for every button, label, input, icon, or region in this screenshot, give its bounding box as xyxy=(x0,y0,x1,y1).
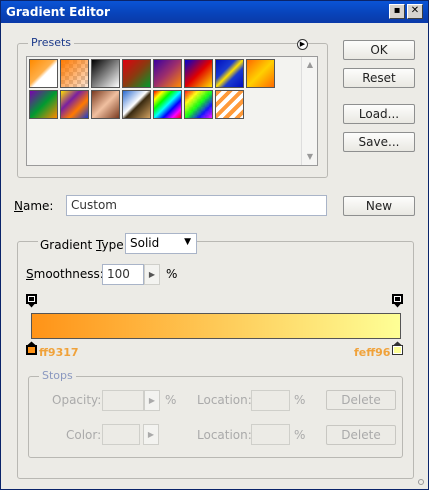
name-input[interactable]: Custom xyxy=(66,195,327,216)
color-location-input xyxy=(251,424,290,445)
start-color-hex: ff9317 xyxy=(39,346,79,359)
new-button[interactable]: New xyxy=(343,196,415,216)
preset-swatch[interactable] xyxy=(29,90,58,119)
opacity-unit: % xyxy=(165,393,177,407)
load-button[interactable]: Load... xyxy=(343,104,415,124)
color-location-label: Location: xyxy=(197,428,252,442)
smoothness-label: Smoothness: xyxy=(26,267,104,281)
preset-swatch[interactable] xyxy=(184,90,213,119)
gradient-type-dropdown[interactable]: Solid ▼ xyxy=(125,233,197,254)
preset-swatch[interactable] xyxy=(215,59,244,88)
presets-scrollbar[interactable]: ▲ ▼ xyxy=(301,57,317,165)
title-bar: Gradient Editor ▪ ✕ xyxy=(1,1,428,23)
gradient-preview-bar[interactable] xyxy=(31,313,401,339)
minimize-button[interactable]: ▪ xyxy=(389,4,405,19)
opacity-input xyxy=(102,390,144,411)
end-color-hex: feff96 xyxy=(354,346,391,359)
stops-label: Stops xyxy=(39,369,76,382)
color-delete-button: Delete xyxy=(326,425,396,445)
gradient-type-value: Solid xyxy=(130,236,160,250)
opacity-location-label: Location: xyxy=(197,393,252,407)
opacity-location-input xyxy=(251,390,290,411)
opacity-label: Opacity: xyxy=(52,393,102,407)
opacity-delete-button: Delete xyxy=(326,390,396,410)
preset-swatch[interactable] xyxy=(60,59,89,88)
smoothness-unit: % xyxy=(166,267,178,281)
preset-swatch[interactable] xyxy=(122,90,151,119)
name-label: Name: xyxy=(14,199,54,213)
preset-swatch-list: ▲ ▼ xyxy=(26,56,318,166)
close-button[interactable]: ✕ xyxy=(407,4,423,19)
smoothness-input[interactable]: 100 xyxy=(102,264,144,285)
presets-menu-icon[interactable]: ▶ xyxy=(297,39,308,50)
stops-group: Stops xyxy=(28,369,403,458)
preset-swatch[interactable] xyxy=(246,59,275,88)
preset-swatch[interactable] xyxy=(215,90,244,119)
preset-swatch[interactable] xyxy=(153,59,182,88)
gradient-editor-window: Gradient Editor ▪ ✕ OK Reset Load... Sav… xyxy=(0,0,429,490)
chevron-down-icon: ▼ xyxy=(184,237,191,247)
color-arrow-icon: ▶ xyxy=(143,424,159,445)
preset-swatch[interactable] xyxy=(184,59,213,88)
reset-button[interactable]: Reset xyxy=(343,68,415,88)
color-stop-right-icon[interactable] xyxy=(392,341,403,355)
presets-label: Presets xyxy=(28,36,75,49)
opacity-stop-right-icon[interactable] xyxy=(392,294,403,308)
preset-swatch[interactable] xyxy=(91,59,120,88)
preset-swatch[interactable] xyxy=(91,90,120,119)
opacity-stop-left-icon[interactable] xyxy=(26,294,37,308)
window-title: Gradient Editor xyxy=(6,5,110,19)
scroll-up-icon[interactable]: ▲ xyxy=(302,57,318,73)
scroll-down-icon[interactable]: ▼ xyxy=(302,149,318,165)
preset-swatch[interactable] xyxy=(153,90,182,119)
color-label: Color: xyxy=(66,428,102,442)
save-button[interactable]: Save... xyxy=(343,132,415,152)
opacity-location-unit: % xyxy=(294,393,306,407)
preset-swatch[interactable] xyxy=(60,90,89,119)
preset-swatch[interactable] xyxy=(122,59,151,88)
opacity-arrow-icon: ▶ xyxy=(144,390,160,411)
gradient-type-label: Gradient Type: xyxy=(38,238,130,252)
color-location-unit: % xyxy=(294,428,306,442)
ok-button[interactable]: OK xyxy=(343,40,415,60)
color-stop-left-icon[interactable] xyxy=(26,341,37,355)
color-swatch xyxy=(102,424,140,445)
preset-swatch[interactable] xyxy=(29,59,58,88)
smoothness-arrow-icon[interactable]: ▶ xyxy=(144,264,160,285)
resize-grip-icon[interactable] xyxy=(418,479,424,485)
